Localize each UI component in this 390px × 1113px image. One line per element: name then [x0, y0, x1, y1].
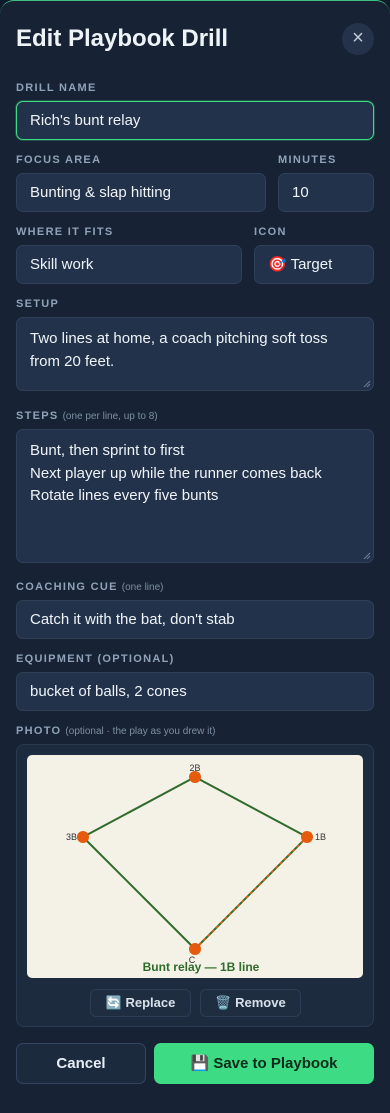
refresh-icon: 🔄 [105, 996, 122, 1011]
close-button[interactable]: × [342, 23, 374, 55]
close-icon: × [352, 27, 364, 49]
drill-name-input[interactable]: Rich's bunt relay [16, 101, 374, 140]
edit-drill-sheet: Edit Playbook Drill × DRILL NAME Rich's … [0, 0, 390, 1113]
target-icon: 🎯 [268, 255, 287, 273]
base-3b-marker [77, 831, 89, 843]
remove-label: Remove [235, 995, 286, 1010]
coaching-cue-input[interactable]: Catch it with the bat, don't stab [16, 600, 374, 639]
photo-panel: 2B 1B 3B C Bunt relay — 1B line 🔄 Replac… [16, 744, 374, 1027]
photo-hint: (optional · the play as you drew it) [65, 726, 216, 737]
steps-line: Next player up while the runner comes ba… [30, 464, 322, 482]
icon-select-value: Target [290, 256, 333, 273]
setup-line: from 20 feet. [30, 352, 115, 370]
photo-label: PHOTO (optional · the play as you drew it… [16, 725, 216, 737]
setup-textarea[interactable]: Two lines at home, a coach pitching soft… [16, 317, 374, 391]
photo-preview: 2B 1B 3B C Bunt relay — 1B line [27, 755, 363, 978]
cancel-button[interactable]: Cancel [16, 1043, 146, 1084]
basepath-2b-3b [82, 776, 196, 838]
resize-handle-icon[interactable] [363, 380, 371, 388]
equipment-input[interactable]: bucket of balls, 2 cones [16, 672, 374, 711]
basepath-3b-home [82, 836, 196, 950]
base-2b-label: 2B [189, 763, 200, 773]
equipment-label: EQUIPMENT (OPTIONAL) [16, 653, 175, 665]
focus-area-label: FOCUS AREA [16, 154, 102, 166]
coaching-cue-hint: (one line) [121, 582, 164, 593]
replace-label: Replace [125, 995, 176, 1010]
replace-photo-button[interactable]: 🔄 Replace [90, 989, 191, 1017]
home-plate-marker [189, 943, 201, 955]
page-title: Edit Playbook Drill [16, 25, 229, 52]
basepath-2b-1b [194, 776, 308, 838]
setup-line: Two lines at home, a coach pitching soft… [30, 330, 328, 347]
resize-handle-icon[interactable] [363, 552, 371, 560]
save-to-playbook-button[interactable]: 💾 Save to Playbook [154, 1043, 374, 1084]
drill-name-label: DRILL NAME [16, 82, 97, 94]
steps-hint: (one per line, up to 8) [62, 411, 158, 422]
where-it-fits-select[interactable]: Skill work [16, 245, 242, 284]
trash-icon: 🗑️ [215, 996, 232, 1011]
setup-label: SETUP [16, 298, 60, 310]
focus-area-input[interactable]: Bunting & slap hitting [16, 173, 266, 212]
sheet-header: Edit Playbook Drill × [16, 23, 374, 57]
minutes-input[interactable]: 10 [278, 173, 374, 212]
play-diagram: 2B 1B 3B C Bunt relay — 1B line [66, 763, 326, 974]
remove-photo-button[interactable]: 🗑️ Remove [200, 989, 301, 1017]
coaching-cue-label: COACHING CUE (one line) [16, 581, 163, 593]
steps-line: Bunt, then sprint to first [30, 442, 185, 459]
floppy-disk-icon: 💾 [190, 1054, 210, 1072]
icon-select[interactable]: 🎯 Target [254, 245, 374, 284]
minutes-label: MINUTES [278, 154, 337, 166]
save-label: Save to Playbook [213, 1055, 338, 1072]
base-1b-marker [301, 831, 313, 843]
steps-label-text: STEPS [16, 410, 59, 422]
photo-label-text: PHOTO [16, 725, 62, 737]
steps-line: Rotate lines every five bunts [30, 487, 219, 504]
base-3b-label: 3B [66, 832, 77, 842]
icon-label: ICON [254, 226, 287, 238]
steps-textarea[interactable]: Bunt, then sprint to first Next player u… [16, 429, 374, 563]
steps-label: STEPS (one per line, up to 8) [16, 410, 158, 422]
where-it-fits-label: WHERE IT FITS [16, 226, 114, 238]
base-1b-label: 1B [315, 832, 326, 842]
coaching-cue-label-text: COACHING CUE [16, 581, 118, 593]
diagram-caption: Bunt relay — 1B line [143, 960, 260, 974]
